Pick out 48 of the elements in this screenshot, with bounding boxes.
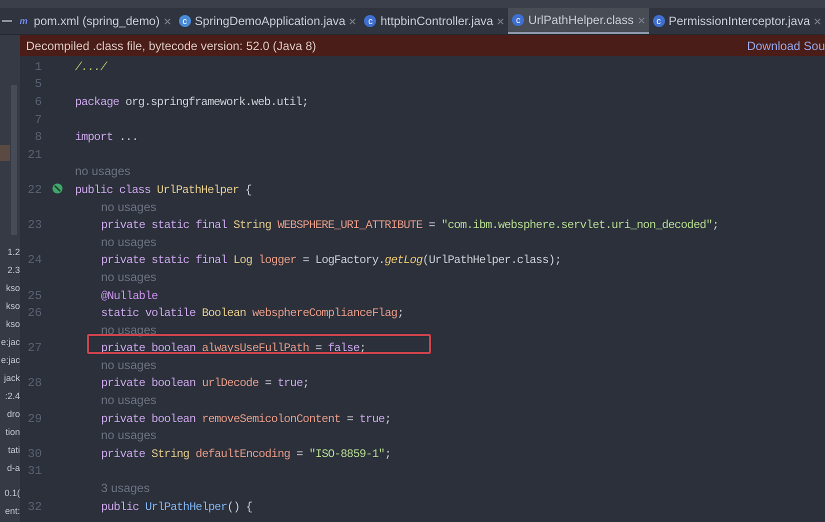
tree-item[interactable]: 0.1( — [4, 484, 20, 502]
close-icon[interactable] — [497, 18, 504, 24]
code-line: public UrlPathHelper() { — [101, 500, 252, 514]
tree-item[interactable]: :2.4 — [4, 387, 20, 405]
editor-tab[interactable]: c httpbinController.java — [360, 8, 508, 34]
tree-item[interactable]: e:jac — [0, 333, 20, 351]
code-line: /.../ — [75, 60, 107, 74]
tree-item[interactable]: d-a — [6, 459, 20, 477]
code-line: private static final Log logger = LogFactory.getLog(UrlPathHelper.class); — [101, 254, 562, 268]
override-marker-icon[interactable] — [52, 183, 63, 194]
file-type-icon: c — [652, 15, 665, 27]
code-line: import ... — [75, 131, 138, 144]
tree-item[interactable]: tati — [8, 441, 20, 459]
tree-item[interactable]: jack — [4, 369, 20, 387]
close-icon[interactable] — [638, 16, 645, 24]
tree-item[interactable]: kso — [6, 279, 20, 297]
code-line: private boolean urlDecode = true; — [101, 377, 309, 390]
tree-item[interactable]: kso — [6, 315, 20, 333]
file-type-icon: m — [18, 15, 30, 27]
scrollbar-thumb[interactable] — [11, 85, 17, 235]
code-line: private String defaultEncoding = "ISO-8859-1"; — [101, 448, 391, 461]
close-icon[interactable] — [349, 18, 356, 24]
file-type-icon: c — [364, 15, 376, 27]
tree-item[interactable]: kso — [6, 297, 20, 315]
banner-text: Decompiled .class file, bytecode version: 52.0 (Java 8) — [26, 38, 316, 54]
code-line: private static final String WEBSPHERE_URI_ATTRIBUTE = "com.ibm.websphere.servlet.uri_non_decoded"; — [101, 219, 719, 232]
code-line: public class UrlPathHelper { — [75, 184, 252, 197]
code-line: private boolean removeSemicolonContent = true; — [101, 412, 391, 426]
editor-tab[interactable]: c SpringDemoApplication.java — [174, 8, 360, 34]
editor-tab[interactable]: c PermissionInterceptor.java — [648, 8, 825, 34]
tree-item[interactable]: e:jac — [0, 351, 20, 369]
code-line: static volatile Boolean websphereComplianceFlag; — [101, 307, 404, 320]
close-icon[interactable] — [814, 18, 821, 24]
tree-item[interactable]: 2.3 — [7, 261, 20, 279]
code-line: package org.springframework.web.util; — [75, 96, 308, 109]
editor-tab[interactable]: m pom.xml (spring_demo) — [14, 8, 175, 34]
minimize-icon[interactable] — [2, 20, 12, 22]
tree-item[interactable]: dro — [6, 405, 20, 423]
tree-item[interactable]: tion — [5, 423, 20, 441]
tree-item[interactable]: ent: — [4, 502, 20, 520]
editor-tab[interactable]: c UrlPathHelper.class — [508, 8, 649, 34]
tree-item[interactable]: 1.2 — [7, 243, 20, 261]
selected-tree-row — [0, 145, 10, 161]
file-type-icon: c — [178, 15, 191, 27]
close-icon[interactable] — [164, 18, 171, 24]
code-line: @Nullable — [101, 290, 158, 303]
file-type-icon: c — [512, 14, 524, 26]
download-sources-link[interactable]: Download Sou — [746, 36, 825, 54]
